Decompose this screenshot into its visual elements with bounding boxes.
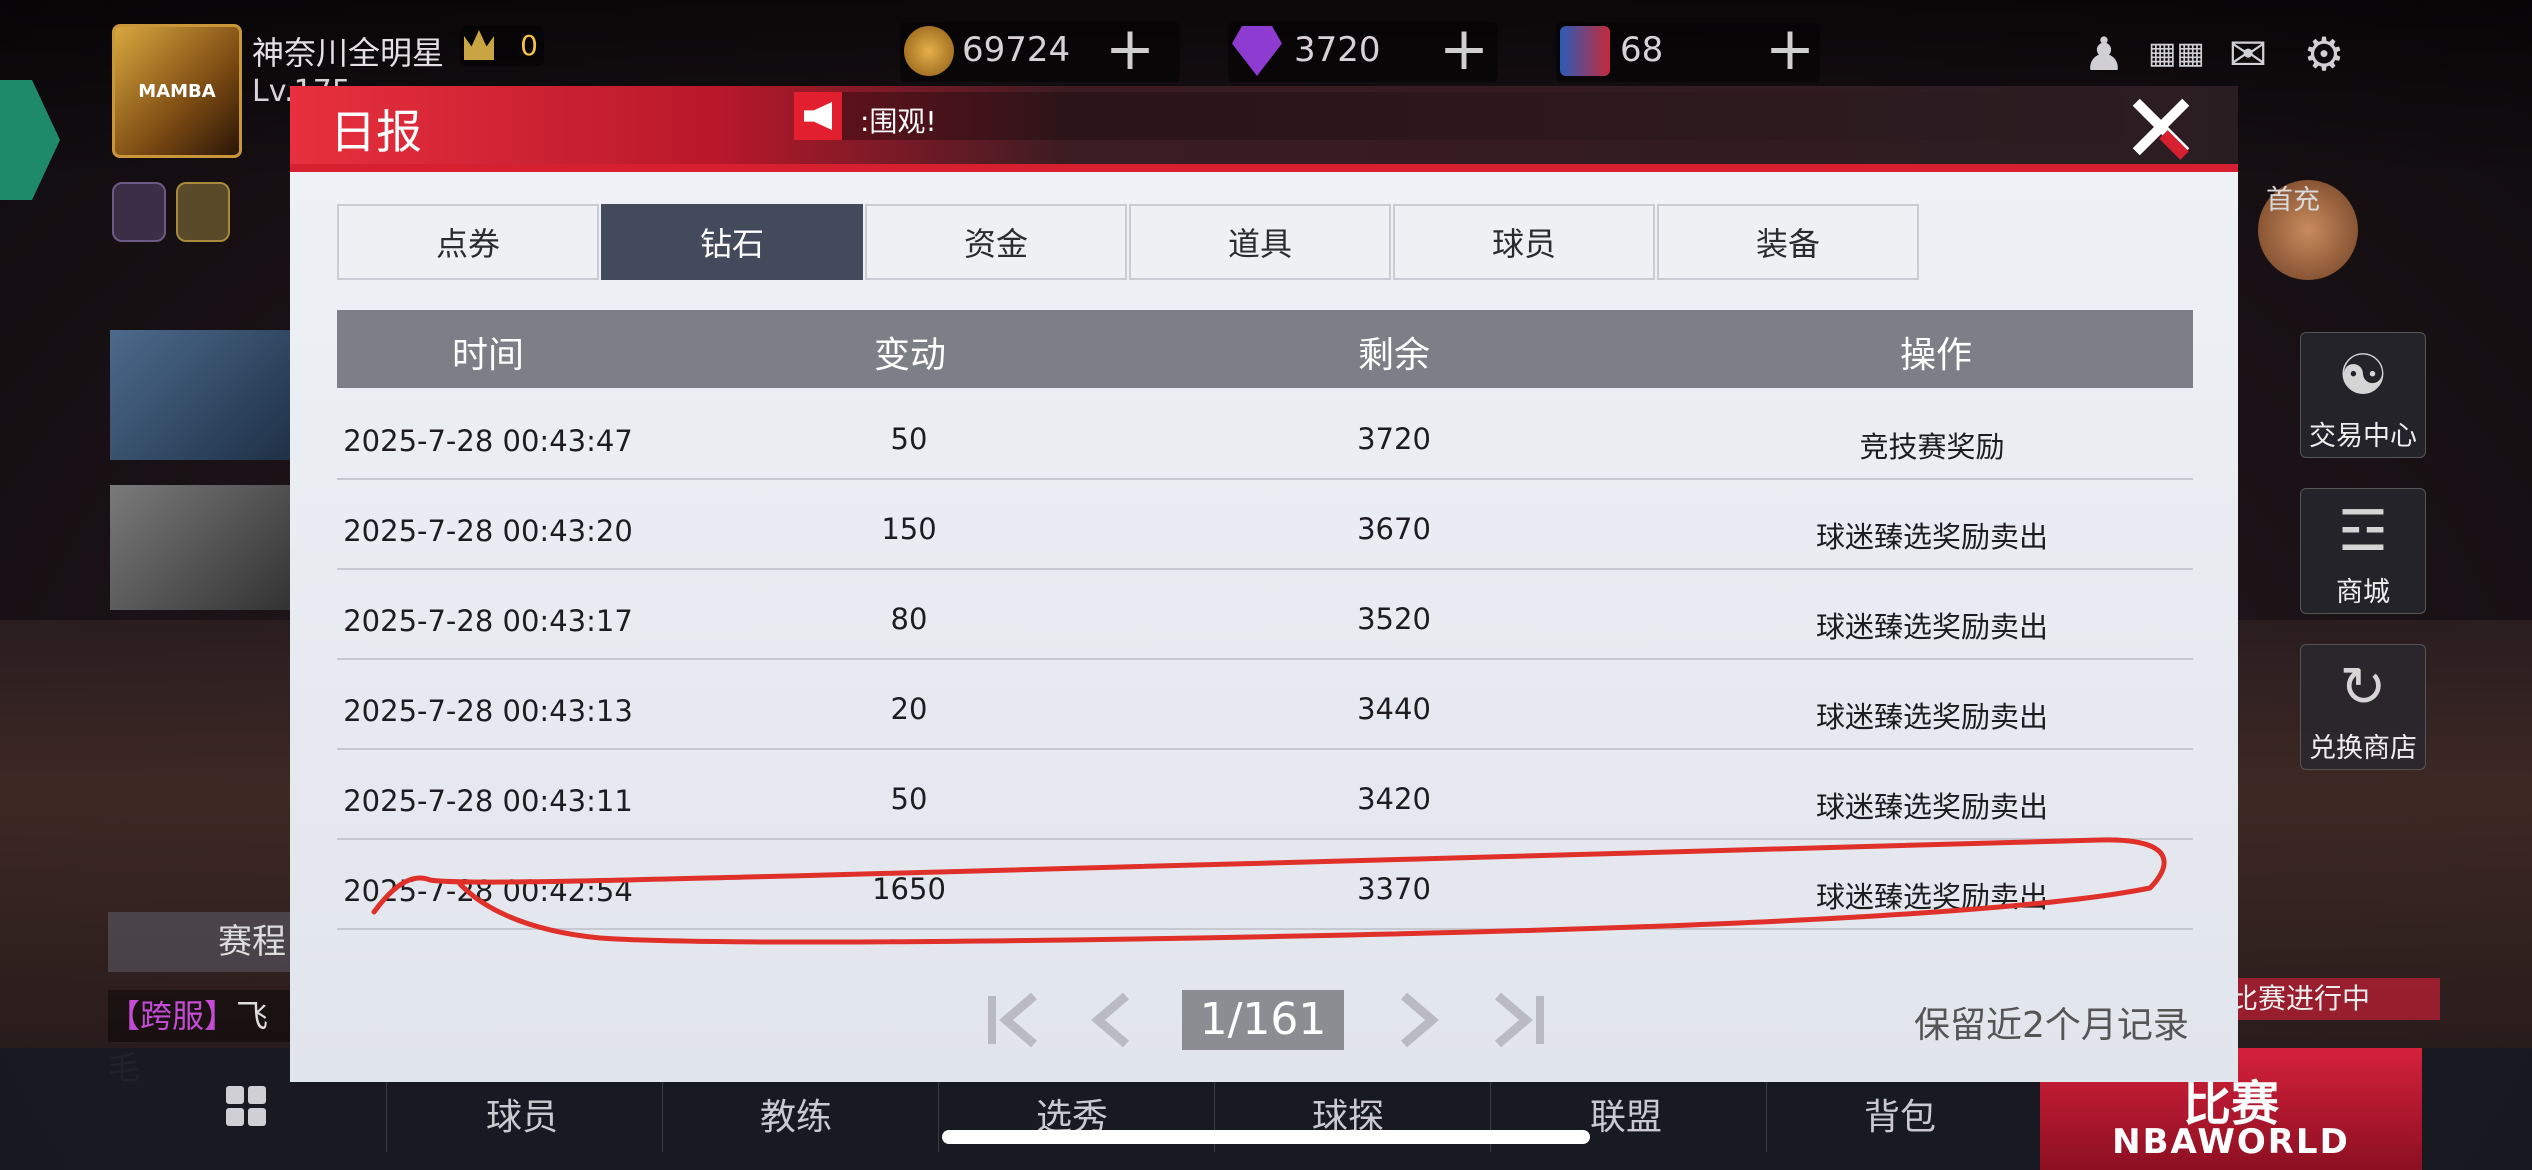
cross-server-ticker: 【跨服】飞毛 — [108, 990, 298, 1087]
friends-icon[interactable]: ♟ — [2078, 28, 2130, 80]
cart-icon: ☲ — [2337, 499, 2389, 564]
diamonds-value: 3720 — [1294, 30, 1381, 70]
nav-league[interactable]: 联盟 — [1590, 1088, 1662, 1140]
crown-count: 0 — [520, 29, 538, 62]
row-change: 150 — [881, 512, 937, 546]
first-page-chevron — [999, 992, 1037, 1048]
tab-diamonds[interactable]: 钻石 — [601, 204, 863, 280]
tab-coupons[interactable]: 点券 — [337, 204, 599, 280]
row-change: 1650 — [872, 872, 946, 906]
ticket-icon — [1560, 26, 1610, 76]
row-action: 球迷臻选奖励卖出 — [1815, 790, 2048, 824]
header-accent-line — [290, 164, 2238, 172]
row-change: 20 — [890, 692, 928, 726]
row-time: 2025-7-28 00:43:11 — [343, 784, 633, 818]
tickets-value: 68 — [1620, 30, 1664, 70]
exchange-shop-button[interactable]: ↻ 兑换商店 — [2300, 644, 2426, 770]
prev-page-button[interactable] — [1080, 990, 1144, 1050]
row-remaining: 3720 — [1357, 422, 1431, 456]
row-remaining: 3520 — [1357, 602, 1431, 636]
trade-icon: ☯ — [2337, 343, 2389, 408]
announcement-bar — [794, 92, 2194, 140]
schedule-button[interactable]: 赛程 — [108, 912, 298, 972]
add-diamonds-button[interactable]: + — [1434, 19, 1494, 82]
row-change: 50 — [890, 422, 928, 456]
announcement-text: :围观! — [860, 105, 937, 138]
row-time: 2025-7-28 00:43:20 — [343, 514, 633, 548]
page-indicator: 1/161 — [1182, 990, 1344, 1050]
schedule-label: 赛程 — [218, 922, 286, 962]
first-charge-label: 首充 — [2266, 185, 2320, 216]
prev-page-icon — [1091, 992, 1129, 1048]
column-change: 变动 — [873, 335, 946, 376]
row-action: 球迷臻选奖励卖出 — [1815, 700, 2048, 734]
match-status-text: 比赛进行中 — [2230, 982, 2371, 1015]
row-action: 球迷臻选奖励卖出 — [1815, 610, 2048, 644]
row-remaining: 3670 — [1357, 512, 1431, 546]
trade-center-label: 交易中心 — [2309, 421, 2417, 452]
row-action: 竞技赛奖励 — [1859, 430, 2005, 464]
mail-icon[interactable]: ✉ — [2222, 28, 2274, 80]
nav-coach[interactable]: 教练 — [760, 1088, 832, 1140]
row-action: 球迷臻选奖励卖出 — [1815, 520, 2048, 554]
tab-funds[interactable]: 资金 — [865, 204, 1127, 280]
next-page-button[interactable] — [1386, 990, 1450, 1050]
tab-players[interactable]: 球员 — [1393, 204, 1655, 280]
last-page-button[interactable] — [1486, 990, 1550, 1050]
row-remaining: 3420 — [1357, 782, 1431, 816]
last-page-chevron — [1495, 992, 1533, 1048]
trade-center-button[interactable]: ☯ 交易中心 — [2300, 332, 2426, 458]
row-change: 80 — [890, 602, 928, 636]
player-avatar[interactable]: MAMBA — [112, 24, 242, 158]
row-time: 2025-7-28 00:43:13 — [343, 694, 633, 728]
first-page-button[interactable] — [982, 990, 1046, 1050]
shop-label: 商城 — [2336, 577, 2390, 608]
avatar-text: MAMBA — [138, 80, 216, 102]
home-indicator[interactable] — [942, 1130, 1590, 1144]
tab-equipment[interactable]: 装备 — [1657, 204, 1919, 280]
add-points-button[interactable]: + — [1100, 19, 1160, 82]
row-remaining: 3440 — [1357, 692, 1431, 726]
row-time: 2025-7-28 00:43:17 — [343, 604, 633, 638]
rank-badge-icon[interactable] — [112, 182, 166, 242]
match-status-bar: 比赛进行中 — [2220, 978, 2440, 1020]
exchange-shop-label: 兑换商店 — [2309, 733, 2417, 764]
add-tickets-button[interactable]: + — [1760, 19, 1820, 82]
player-name: 神奈川全明星 — [252, 34, 445, 72]
points-value: 69724 — [962, 30, 1071, 70]
last-page-icon — [1536, 996, 1544, 1044]
leaderboard-icon[interactable]: ▦▦ — [2148, 28, 2205, 80]
retention-note: 保留近2个月记录 — [1914, 1005, 2189, 1046]
settings-gear-icon[interactable]: ⚙ — [2298, 28, 2350, 80]
close-button[interactable] — [2128, 96, 2192, 160]
nav-players[interactable]: 球员 — [486, 1088, 558, 1140]
next-page-icon — [1401, 992, 1439, 1048]
row-remaining: 3370 — [1357, 872, 1431, 906]
tab-items[interactable]: 道具 — [1129, 204, 1391, 280]
menu-grid-icon[interactable] — [226, 1086, 266, 1126]
first-page-icon — [988, 996, 996, 1044]
row-time: 2025-7-28 00:42:54 — [343, 874, 633, 908]
match-button-sublabel: NBAWORLD — [2112, 1122, 2350, 1162]
row-action: 球迷臻选奖励卖出 — [1815, 880, 2048, 914]
honor-badge-icon[interactable] — [176, 182, 230, 242]
dialog-title: 日报 — [330, 105, 422, 159]
exchange-icon: ↻ — [2339, 655, 2387, 720]
row-change: 50 — [890, 782, 928, 816]
nav-backpack[interactable]: 背包 — [1864, 1088, 1936, 1140]
shop-button[interactable]: ☲ 商城 — [2300, 488, 2426, 614]
column-time: 时间 — [451, 335, 524, 376]
coin-icon — [904, 26, 954, 76]
column-action: 操作 — [1899, 335, 1972, 376]
row-time: 2025-7-28 00:43:47 — [343, 424, 633, 458]
cross-server-tag: 【跨服】 — [108, 997, 237, 1035]
column-remaining: 剩余 — [1357, 335, 1430, 376]
